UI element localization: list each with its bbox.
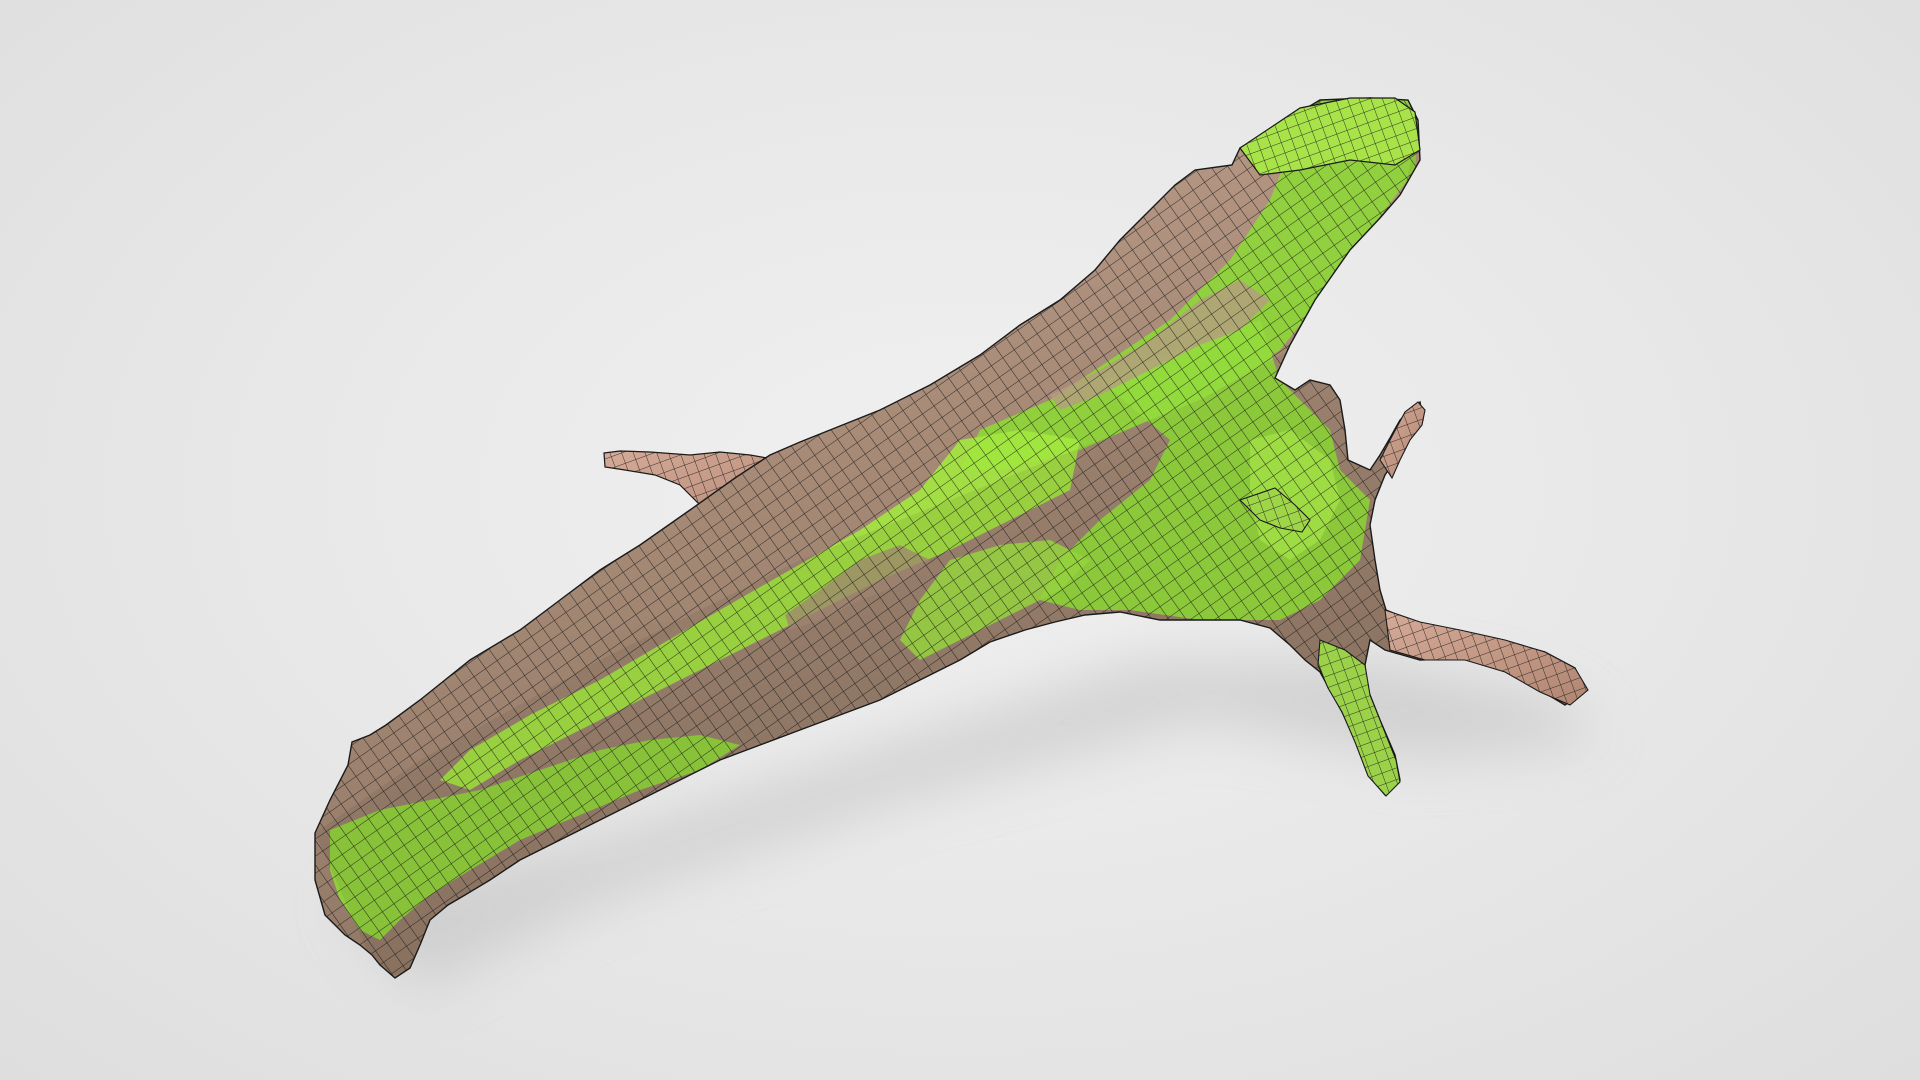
3d-viewport[interactable] bbox=[0, 0, 1920, 1080]
trunk bbox=[314, 97, 1586, 979]
twig-upper-right bbox=[1379, 401, 1426, 480]
trunk-end-cap bbox=[1239, 97, 1421, 176]
model-render bbox=[314, 97, 1600, 990]
